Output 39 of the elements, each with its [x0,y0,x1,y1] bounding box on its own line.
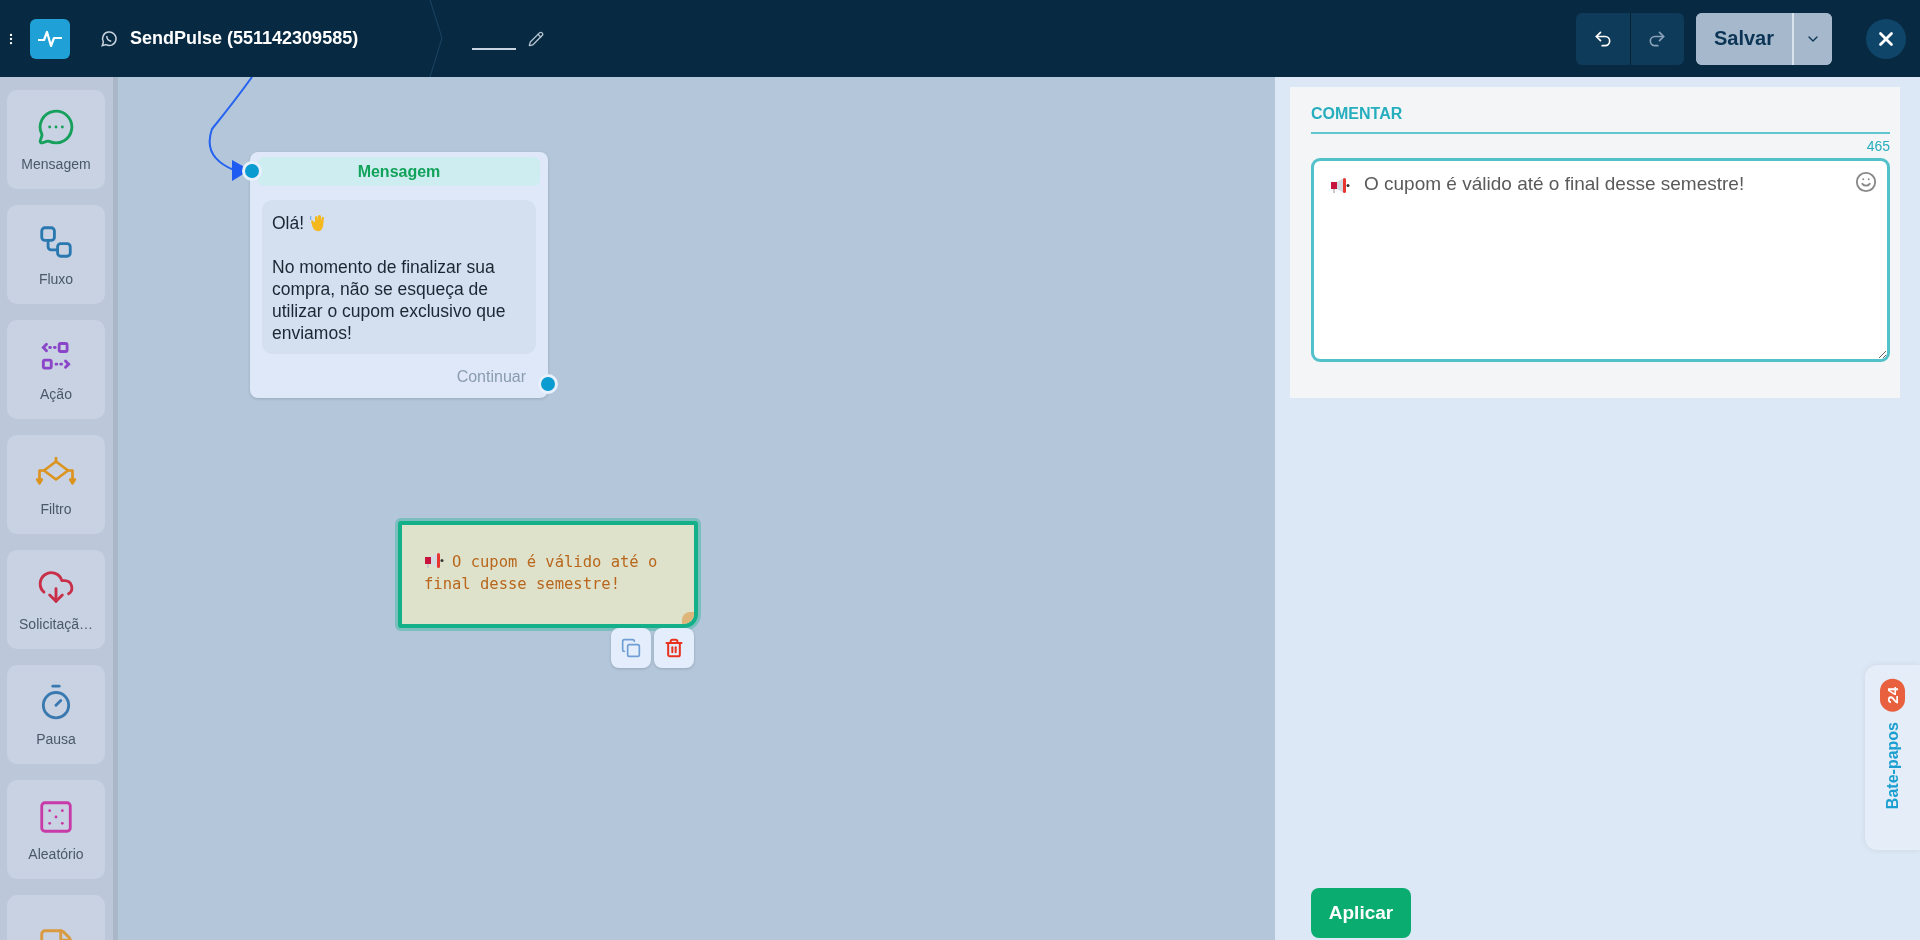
close-button[interactable] [1866,18,1906,59]
block-item[interactable]: Mensagem [7,90,105,189]
block-item[interactable]: Pausa [7,665,105,764]
apply-button[interactable]: Aplicar [1311,888,1411,938]
whatsapp-icon [100,29,118,48]
note-fold [682,612,694,624]
message-node[interactable]: Mensagem Olá! No momento de finalizar sua compra, não se esqueça de utilizar o cupom exclusivo que enviamos! Continuar [250,152,548,398]
emoji-icon[interactable] [1855,171,1877,193]
node-title: Mensagem [258,157,540,186]
block-item[interactable]: Fluxo [7,205,105,304]
input-port[interactable] [242,161,262,181]
block-item[interactable]: Solicitaçã… [7,550,105,649]
delete-button[interactable] [654,628,694,668]
sticky-note[interactable]: O cupom é válido até o final desse semestre! [398,521,698,628]
message-text: No momento de finalizar sua compra, não se esqueça de utilizar o cupom exclusivo que enviamos! [272,256,507,344]
note-text: O cupom é válido até o final desse semestre! [424,553,658,593]
block-item[interactable]: Filtro [7,435,105,534]
output-port[interactable] [538,374,558,394]
section-title: COMENTAR [1311,105,1890,134]
chats-tab[interactable]: 24 Bate-papos [1865,665,1920,850]
character-counter: 465 [1866,138,1890,154]
comment-field[interactable]: O cupom é válido até o final desse semestre! [1311,158,1890,362]
copy-icon [621,638,641,658]
megaphone-icon [1330,177,1350,195]
redo-icon [1647,28,1668,49]
edit-icon[interactable] [528,30,545,47]
channel-title: SendPulse (551142309585) [130,28,359,49]
continue-label: Continuar [455,368,526,386]
trash-icon [664,638,684,658]
app-logo[interactable] [30,18,70,59]
chat-bubble-icon [37,107,75,146]
unread-badge: 24 [1880,679,1905,712]
save-options-button[interactable] [1792,12,1832,65]
chats-label: Bate-papos [1883,721,1902,809]
block-item[interactable]: Aleatório [7,780,105,879]
undo-icon [1592,28,1613,49]
block-item[interactable]: Ação [7,320,105,419]
megaphone-icon [424,552,444,570]
greeting-text: Olá! [272,212,305,234]
